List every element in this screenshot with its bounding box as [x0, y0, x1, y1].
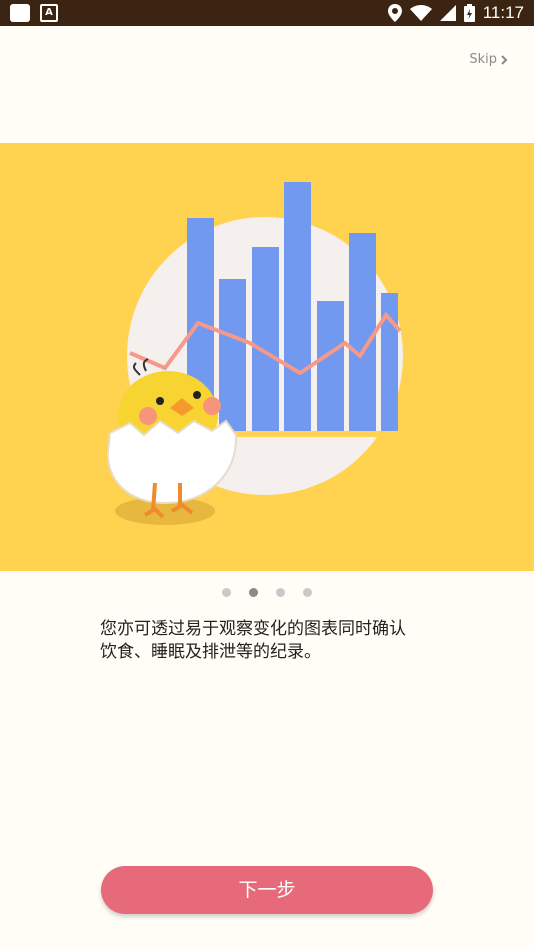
page-dot[interactable] — [303, 588, 312, 597]
app-notification-icon: A — [40, 4, 58, 22]
page-dot[interactable] — [276, 588, 285, 597]
chick-cheek — [203, 397, 221, 415]
chart-illustration — [106, 182, 403, 525]
page-dot[interactable] — [222, 588, 231, 597]
notification-icon — [10, 4, 30, 22]
battery-icon — [463, 4, 475, 22]
next-button[interactable]: 下一步 — [101, 866, 433, 914]
clock: 11:17 — [482, 3, 524, 22]
description-line: 饮食、睡眠及排泄等的纪录。 — [100, 642, 321, 662]
onboarding-description: 您亦可透过易于观察变化的图表同时确认 饮食、睡眠及排泄等的纪录。 — [100, 618, 440, 664]
illustration-bar — [284, 182, 311, 431]
onboarding-illustration — [0, 143, 534, 571]
chick-eye — [193, 391, 201, 399]
skip-button[interactable]: Skip — [469, 52, 508, 67]
wifi-icon — [409, 5, 432, 21]
eggshell — [106, 419, 238, 505]
illustration-bar — [252, 247, 279, 431]
chick-eye — [156, 397, 164, 405]
location-icon — [387, 4, 402, 22]
page-dot-active[interactable] — [249, 588, 258, 597]
status-bar: A 11:17 — [0, 0, 534, 26]
description-line: 您亦可透过易于观察变化的图表同时确认 — [100, 619, 406, 639]
illustration-bar — [381, 293, 398, 431]
chevron-right-icon — [501, 54, 508, 65]
page-indicator — [0, 588, 534, 597]
illustration-bar — [317, 301, 344, 431]
illustration-bar — [219, 279, 246, 431]
signal-icon — [439, 5, 456, 21]
illustration-bar — [349, 233, 376, 431]
skip-label: Skip — [469, 52, 497, 67]
chick-cheek — [139, 407, 157, 425]
